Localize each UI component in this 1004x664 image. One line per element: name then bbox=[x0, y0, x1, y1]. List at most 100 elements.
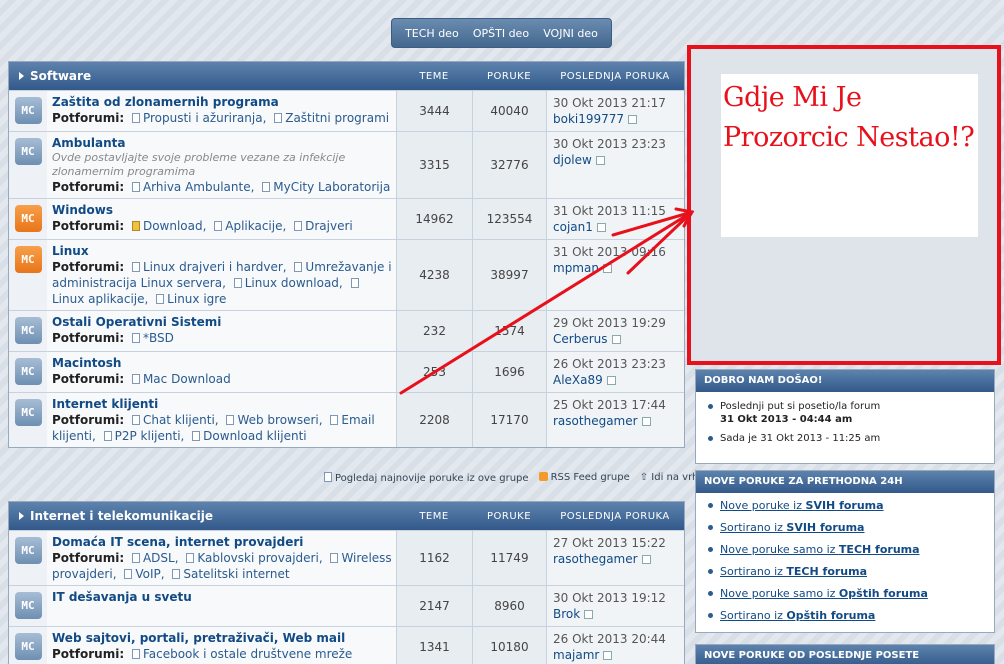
last-post-user[interactable]: AleXa89 bbox=[553, 373, 603, 387]
forum-title[interactable]: Domaća IT scena, internet provajderi bbox=[52, 534, 392, 550]
subforums: Potforumi: Mac Download bbox=[52, 372, 231, 386]
subforum-link[interactable]: Satelitski internet bbox=[168, 567, 289, 581]
view-latest-icon[interactable] bbox=[628, 115, 638, 124]
subforum-link[interactable]: Linux igre bbox=[152, 292, 226, 306]
new-posts-link-item: Nove poruke samo iz Opštih foruma bbox=[706, 587, 984, 601]
subforum-link[interactable]: Kablovski provajderi bbox=[182, 551, 318, 565]
view-latest-icon[interactable] bbox=[602, 264, 612, 273]
topic-count: 4238 bbox=[396, 240, 472, 310]
new-posts-link[interactable]: Nove poruke samo iz Opštih foruma bbox=[720, 587, 928, 600]
subforums: Potforumi: Linux drajveri i hardver, Umr… bbox=[52, 260, 392, 306]
last-post-date: 27 Okt 2013 15:22 bbox=[553, 536, 666, 550]
nav-opsti[interactable]: OPŠTI deo bbox=[473, 27, 529, 40]
forum-icon: MC bbox=[14, 97, 42, 124]
forum-title[interactable]: Windows bbox=[52, 202, 392, 218]
forum-title[interactable]: Macintosh bbox=[52, 355, 392, 371]
subforum-link[interactable]: Chat klijenti bbox=[128, 413, 215, 427]
forum-title[interactable]: Internet klijenti bbox=[52, 396, 392, 412]
subforum-link[interactable]: VoIP bbox=[120, 567, 160, 581]
new-posts-link[interactable]: Sortirano iz SVIH foruma bbox=[720, 521, 864, 534]
topic-count: 3444 bbox=[396, 91, 472, 131]
now-item: Sada je 31 Okt 2013 - 11:25 am bbox=[706, 432, 984, 445]
collapse-triangle-icon[interactable] bbox=[19, 72, 24, 80]
last-post-date: 26 Okt 2013 23:23 bbox=[553, 357, 666, 371]
forum-title[interactable]: Linux bbox=[52, 243, 392, 259]
view-latest-icon[interactable] bbox=[611, 335, 621, 344]
group-footer: Pogledaj najnovije poruke iz ove grupe R… bbox=[320, 472, 698, 484]
new-posts-link-item: Sortirano iz Opštih foruma bbox=[706, 609, 984, 623]
subforum-link[interactable]: Mac Download bbox=[128, 372, 231, 386]
view-latest-icon[interactable] bbox=[596, 223, 606, 232]
subforum-link[interactable]: Drajveri bbox=[290, 219, 353, 233]
forum-icon: MC bbox=[14, 205, 42, 232]
subforum-link[interactable]: Linux download bbox=[230, 276, 339, 290]
post-count: 32776 bbox=[472, 132, 546, 198]
subforum-link[interactable]: Linux drajveri i hardver bbox=[128, 260, 283, 274]
subforum-link[interactable]: Propusti i ažuriranja bbox=[128, 111, 263, 125]
forum-row: MC Internet klijenti Potforumi: Chat klije… bbox=[9, 392, 684, 447]
post-count: 123554 bbox=[472, 199, 546, 239]
rss-link[interactable]: RSS Feed grupe bbox=[538, 472, 630, 484]
subforum-link[interactable]: Zaštitni programi bbox=[270, 111, 389, 125]
last-post-user[interactable]: mpman bbox=[553, 261, 599, 275]
last-post: 27 Okt 2013 15:22 rasothegamer bbox=[546, 531, 684, 585]
last-post-user[interactable]: djolew bbox=[553, 153, 592, 167]
forum-icon: MC bbox=[14, 246, 42, 273]
subforum-link[interactable]: *BSD bbox=[128, 331, 174, 345]
nav-vojni[interactable]: VOJNI deo bbox=[543, 27, 598, 40]
new-posts-link[interactable]: Nove poruke samo iz TECH foruma bbox=[720, 543, 920, 556]
forum-row: MC Ambulanta Ovde postavljajte svoje probl… bbox=[9, 131, 684, 198]
group-title[interactable]: Internet i telekomunikacije bbox=[9, 509, 396, 523]
forum-title[interactable]: IT dešavanja u svetu bbox=[52, 589, 392, 605]
subforum-link[interactable]: Download klijenti bbox=[188, 429, 306, 443]
subforum-link[interactable]: Facebook i ostale društvene mreže bbox=[128, 647, 352, 661]
view-latest-icon[interactable] bbox=[641, 555, 651, 564]
group-title[interactable]: Software bbox=[9, 69, 396, 83]
nav-tech[interactable]: TECH deo bbox=[405, 27, 459, 40]
last-post: 30 Okt 2013 23:23 djolew bbox=[546, 132, 684, 198]
subforum-link[interactable]: MyCity Laboratorija bbox=[258, 180, 390, 194]
post-count: 17170 bbox=[472, 393, 546, 447]
topic-count: 2147 bbox=[396, 586, 472, 626]
new-posts-link-item: Nove poruke samo iz TECH foruma bbox=[706, 543, 984, 557]
subforum-link[interactable]: Arhiva Ambulante bbox=[128, 180, 251, 194]
new-posts-link[interactable]: Nove poruke iz SVIH foruma bbox=[720, 499, 884, 512]
view-latest-icon[interactable] bbox=[595, 156, 605, 165]
subforum-link[interactable]: Web browseri bbox=[222, 413, 318, 427]
last-post-user[interactable]: rasothegamer bbox=[553, 414, 638, 428]
forum-group-software: Software TEME PORUKE POSLEDNJA PORUKA MC Zašt… bbox=[8, 61, 685, 448]
new-24h-title: NOVE PORUKE ZA PRETHODNA 24H bbox=[696, 471, 994, 493]
post-count: 11749 bbox=[472, 531, 546, 585]
latest-posts-link[interactable]: Pogledaj najnovije poruke iz ove grupe bbox=[320, 472, 529, 484]
forum-title[interactable]: Web sajtovi, portali, pretraživači, Web … bbox=[52, 630, 392, 646]
annotation-line-1: Gdje Mi Je bbox=[723, 82, 862, 113]
view-latest-icon[interactable] bbox=[606, 376, 616, 385]
view-latest-icon[interactable] bbox=[603, 651, 613, 660]
forum-title[interactable]: Zaštita od zlonamernih programa bbox=[52, 94, 392, 110]
collapse-triangle-icon[interactable] bbox=[19, 512, 24, 520]
annotation-card: Gdje Mi Je Prozorcic Nestao!? bbox=[721, 74, 978, 237]
forum-title[interactable]: Ambulanta bbox=[52, 135, 392, 151]
last-post-user[interactable]: majamr bbox=[553, 648, 599, 662]
last-post-user[interactable]: rasothegamer bbox=[553, 552, 638, 566]
forum-row: MC Windows Potforumi: Download, Aplikacije… bbox=[9, 198, 684, 239]
last-post-user[interactable]: Brok bbox=[553, 607, 580, 621]
subforum-link[interactable]: Aplikacije bbox=[210, 219, 282, 233]
post-count: 38997 bbox=[472, 240, 546, 310]
subforum-link[interactable]: P2P klijenti bbox=[100, 429, 181, 443]
last-post-date: 30 Okt 2013 21:17 bbox=[553, 96, 666, 110]
last-post-user[interactable]: Cerberus bbox=[553, 332, 608, 346]
forum-description: Ovde postavljajte svoje probleme vezane … bbox=[52, 151, 346, 178]
subforum-link[interactable]: Download bbox=[128, 219, 203, 233]
last-post-user[interactable]: boki199777 bbox=[553, 112, 624, 126]
view-latest-icon[interactable] bbox=[641, 417, 651, 426]
forum-group-internet: Internet i telekomunikacije TEME PORUKE POS… bbox=[8, 501, 685, 664]
view-latest-icon[interactable] bbox=[584, 610, 594, 619]
last-post: 31 Okt 2013 09:16 mpman bbox=[546, 240, 684, 310]
new-posts-link[interactable]: Sortirano iz TECH foruma bbox=[720, 565, 867, 578]
subforum-link[interactable]: ADSL bbox=[128, 551, 175, 565]
forum-title[interactable]: Ostali Operativni Sistemi bbox=[52, 314, 392, 330]
last-post-user[interactable]: cojan1 bbox=[553, 220, 593, 234]
back-to-top-link[interactable]: ⇧ Idi na vrh bbox=[640, 472, 699, 484]
new-posts-link[interactable]: Sortirano iz Opštih foruma bbox=[720, 609, 875, 622]
